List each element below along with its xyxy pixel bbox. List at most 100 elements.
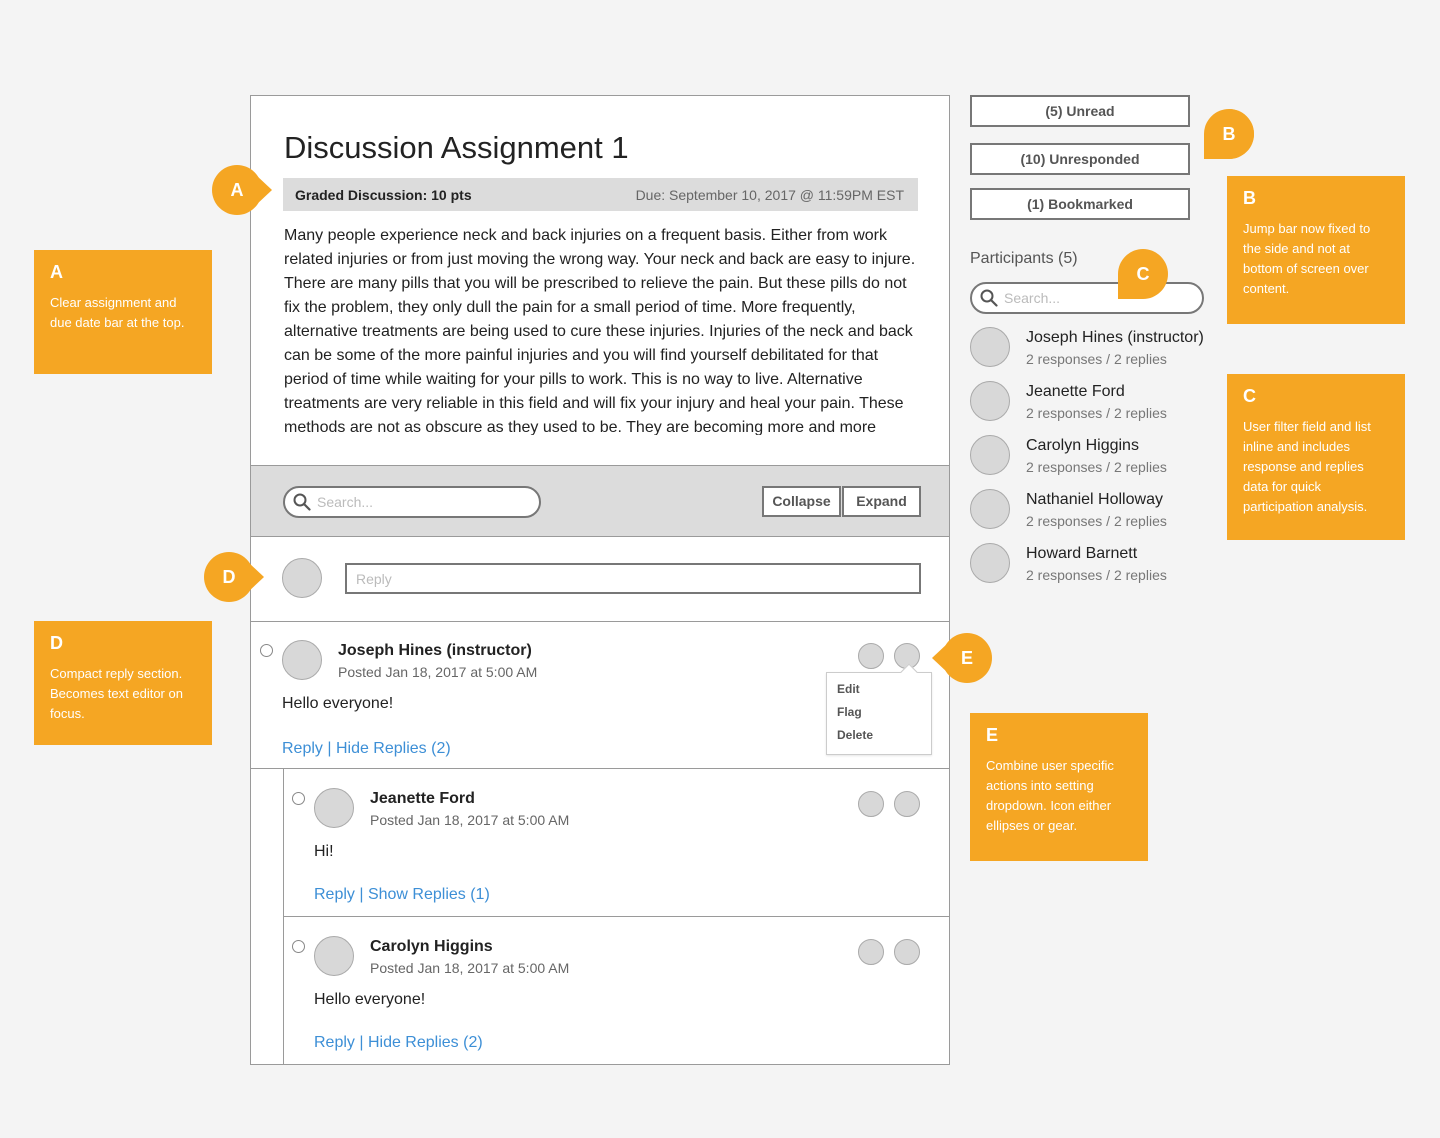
- bookmark-icon[interactable]: [858, 643, 884, 669]
- search-icon: [980, 289, 998, 307]
- menu-item-flag[interactable]: Flag: [837, 705, 862, 719]
- annotation-marker-d: D: [204, 552, 264, 602]
- hide-replies-link[interactable]: Hide Replies (2): [368, 1034, 483, 1051]
- annotation-letter: D: [50, 633, 63, 653]
- avatar: [314, 788, 354, 828]
- settings-dropdown: Edit Flag Delete: [826, 663, 932, 755]
- marker-letter: D: [222, 567, 236, 587]
- discussion-panel: Discussion Assignment 1 Graded Discussio…: [250, 95, 950, 1065]
- menu-item-delete[interactable]: Delete: [837, 728, 873, 742]
- annotation-marker-c: C: [1118, 249, 1168, 299]
- reply-link[interactable]: Reply: [282, 740, 323, 757]
- annotation-note-d: D Compact reply section. Becomes text ed…: [34, 621, 212, 745]
- avatar: [970, 381, 1010, 421]
- marker-letter: A: [230, 180, 244, 200]
- divider: [283, 916, 949, 917]
- annotation-letter: E: [986, 725, 999, 745]
- marker-letter: C: [1136, 264, 1150, 284]
- marker-letter: E: [960, 648, 973, 668]
- show-replies-link[interactable]: Show Replies (1): [368, 886, 490, 903]
- post-author: Jeanette Ford: [370, 790, 475, 807]
- assignment-info-bar: Graded Discussion: 10 pts Due: September…: [283, 178, 918, 211]
- participant-name: Carolyn Higgins: [1026, 437, 1139, 454]
- post-links: Reply | Show Replies (1): [314, 886, 490, 904]
- annotation-marker-a: A: [212, 165, 272, 215]
- participant-search-input[interactable]: Search...: [970, 282, 1204, 314]
- settings-icon[interactable]: [894, 791, 920, 817]
- reply-input[interactable]: Reply: [345, 563, 921, 594]
- bookmark-icon[interactable]: [858, 939, 884, 965]
- post-body: Hello everyone!: [314, 991, 426, 1008]
- search-placeholder: Search...: [317, 494, 374, 510]
- unresponded-button[interactable]: (10) Unresponded: [970, 143, 1190, 175]
- participant-name: Jeanette Ford: [1026, 383, 1125, 400]
- participant-stats: 2 responses / 2 replies: [1026, 513, 1167, 529]
- annotation-letter: C: [1243, 386, 1256, 406]
- post-timestamp: Posted Jan 18, 2017 at 5:00 AM: [370, 960, 570, 976]
- participants-title: Participants (5): [970, 250, 1078, 267]
- post-body: Hello everyone!: [282, 695, 394, 712]
- participant-name: Nathaniel Holloway: [1026, 491, 1163, 508]
- annotation-text: Combine user specific actions into setti…: [986, 758, 1114, 833]
- participant-stats: 2 responses / 2 replies: [1026, 405, 1167, 421]
- avatar: [282, 558, 322, 598]
- annotation-note-b: B Jump bar now fixed to the side and not…: [1227, 176, 1405, 324]
- avatar: [970, 327, 1010, 367]
- post-timestamp: Posted Jan 18, 2017 at 5:00 AM: [338, 664, 538, 680]
- annotation-text: Jump bar now fixed to the side and not a…: [1243, 221, 1371, 296]
- link-separator: |: [354, 886, 368, 903]
- link-separator: |: [322, 740, 336, 757]
- discussion-search-input[interactable]: Search...: [283, 486, 541, 518]
- expand-button[interactable]: Expand: [842, 486, 921, 517]
- bookmark-icon[interactable]: [858, 791, 884, 817]
- reply-placeholder: Reply: [356, 571, 392, 587]
- annotation-letter: B: [1243, 188, 1256, 208]
- participant-stats: 2 responses / 2 replies: [1026, 351, 1167, 367]
- reply-link[interactable]: Reply: [314, 886, 355, 903]
- post-author: Carolyn Higgins: [370, 938, 493, 955]
- post-select-radio[interactable]: [292, 940, 305, 953]
- post-timestamp: Posted Jan 18, 2017 at 5:00 AM: [370, 812, 570, 828]
- annotation-note-a: A Clear assignment and due date bar at t…: [34, 250, 212, 374]
- reply-link[interactable]: Reply: [314, 1034, 355, 1051]
- reply-section: Reply: [251, 537, 949, 622]
- annotation-note-e: E Combine user specific actions into set…: [970, 713, 1148, 861]
- marker-letter: B: [1222, 124, 1236, 144]
- avatar: [314, 936, 354, 976]
- avatar: [282, 640, 322, 680]
- graded-label: Graded Discussion: 10 pts: [295, 187, 472, 203]
- post-links: Reply | Hide Replies (2): [314, 1034, 483, 1052]
- due-date: Due: September 10, 2017 @ 11:59PM EST: [635, 187, 904, 203]
- participant-stats: 2 responses / 2 replies: [1026, 459, 1167, 475]
- post-select-radio[interactable]: [260, 644, 273, 657]
- annotation-marker-e: E: [932, 633, 992, 683]
- annotation-text: User filter field and list inline and in…: [1243, 419, 1371, 514]
- post-author: Joseph Hines (instructor): [338, 642, 532, 659]
- avatar: [970, 435, 1010, 475]
- settings-icon[interactable]: [894, 939, 920, 965]
- post-select-radio[interactable]: [292, 792, 305, 805]
- participant-name: Joseph Hines (instructor): [1026, 329, 1204, 346]
- annotation-note-c: C User filter field and list inline and …: [1227, 374, 1405, 540]
- unread-button[interactable]: (5) Unread: [970, 95, 1190, 127]
- avatar: [970, 489, 1010, 529]
- annotation-text: Compact reply section. Becomes text edit…: [50, 666, 183, 721]
- divider: [251, 768, 949, 769]
- link-separator: |: [354, 1034, 368, 1051]
- avatar: [970, 543, 1010, 583]
- collapse-button[interactable]: Collapse: [762, 486, 841, 517]
- annotation-text: Clear assignment and due date bar at the…: [50, 295, 185, 330]
- assignment-body: Many people experience neck and back inj…: [284, 227, 916, 435]
- post-body: Hi!: [314, 843, 334, 860]
- bookmarked-button[interactable]: (1) Bookmarked: [970, 188, 1190, 220]
- hide-replies-link[interactable]: Hide Replies (2): [336, 740, 451, 757]
- annotation-marker-b: B: [1204, 109, 1254, 159]
- discussion-toolbar: Search... Collapse Expand: [251, 465, 949, 537]
- participant-stats: 2 responses / 2 replies: [1026, 567, 1167, 583]
- annotation-letter: A: [50, 262, 63, 282]
- search-icon: [293, 493, 311, 511]
- page-title: Discussion Assignment 1: [284, 130, 629, 165]
- menu-item-edit[interactable]: Edit: [837, 682, 860, 696]
- post-links: Reply | Hide Replies (2): [282, 740, 451, 758]
- participant-name: Howard Barnett: [1026, 545, 1138, 562]
